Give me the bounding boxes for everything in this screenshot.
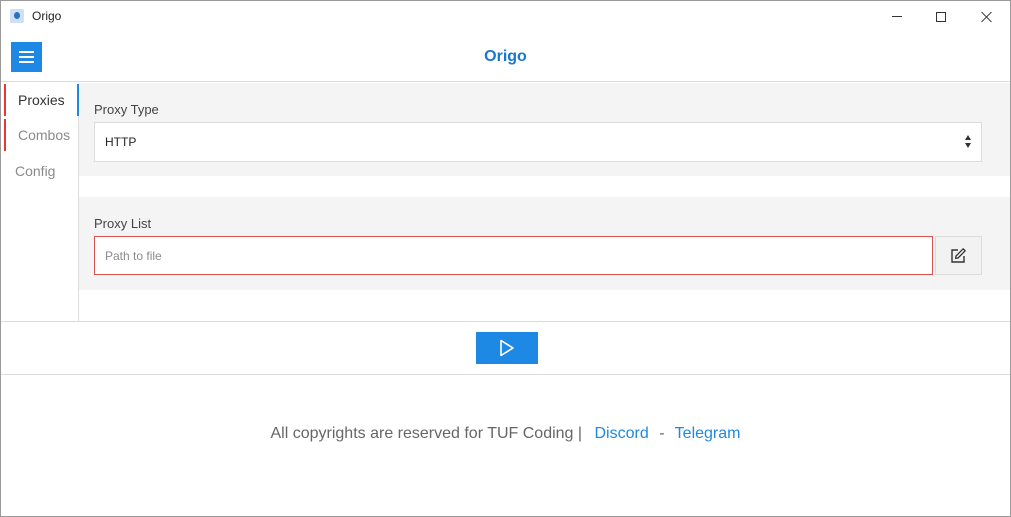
maximize-icon — [936, 11, 946, 22]
discord-link[interactable]: Discord — [595, 425, 649, 442]
divider — [1, 374, 1010, 375]
proxy-type-select[interactable]: HTTP — [94, 122, 982, 162]
maximize-button[interactable] — [918, 1, 964, 32]
play-icon — [500, 339, 514, 357]
browse-file-button[interactable] — [935, 236, 982, 275]
copyright-text: All copyrights are reserved for TUF Codi… — [270, 425, 583, 442]
select-arrows-icon — [965, 135, 973, 149]
sidebar: Proxies Combos Config — [1, 83, 79, 321]
sidebar-item-proxies[interactable]: Proxies — [4, 84, 79, 116]
origo-logo-icon — [10, 9, 24, 23]
footer: All copyrights are reserved for TUF Codi… — [1, 425, 1010, 443]
app-header: Origo — [1, 32, 1010, 82]
app-window: Origo Origo Proxies Combos Config Proxy … — [0, 0, 1011, 517]
proxy-list-label: Proxy List — [94, 216, 152, 231]
sidebar-item-config[interactable]: Config — [1, 155, 76, 187]
divider — [1, 321, 1010, 322]
close-button[interactable] — [964, 1, 1010, 32]
close-icon — [981, 11, 993, 23]
sidebar-item-combos[interactable]: Combos — [4, 119, 79, 151]
proxy-file-path-input[interactable] — [94, 236, 933, 275]
proxy-type-value: HTTP — [105, 135, 137, 149]
window-title: Origo — [32, 9, 62, 23]
minimize-button[interactable] — [874, 1, 920, 32]
start-button[interactable] — [476, 332, 538, 364]
edit-icon — [951, 248, 966, 263]
title-bar[interactable]: Origo — [1, 1, 1010, 32]
telegram-link[interactable]: Telegram — [675, 425, 741, 442]
link-separator: - — [659, 425, 665, 442]
proxy-type-section: Proxy Type HTTP — [79, 83, 1010, 176]
page-title: Origo — [484, 48, 527, 65]
proxy-list-section: Proxy List — [79, 197, 1010, 290]
minimize-icon — [892, 16, 902, 17]
proxy-type-label: Proxy Type — [94, 102, 159, 117]
